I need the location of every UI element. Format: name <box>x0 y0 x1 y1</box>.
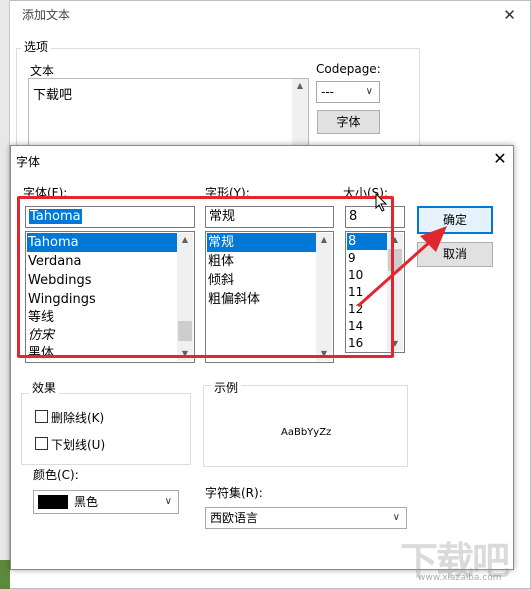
pointer-arrow-icon <box>357 226 447 308</box>
cursor-icon <box>375 193 388 212</box>
watermark-url: www.xiazaiba.com <box>418 573 502 583</box>
arrow-shaft <box>357 238 433 308</box>
